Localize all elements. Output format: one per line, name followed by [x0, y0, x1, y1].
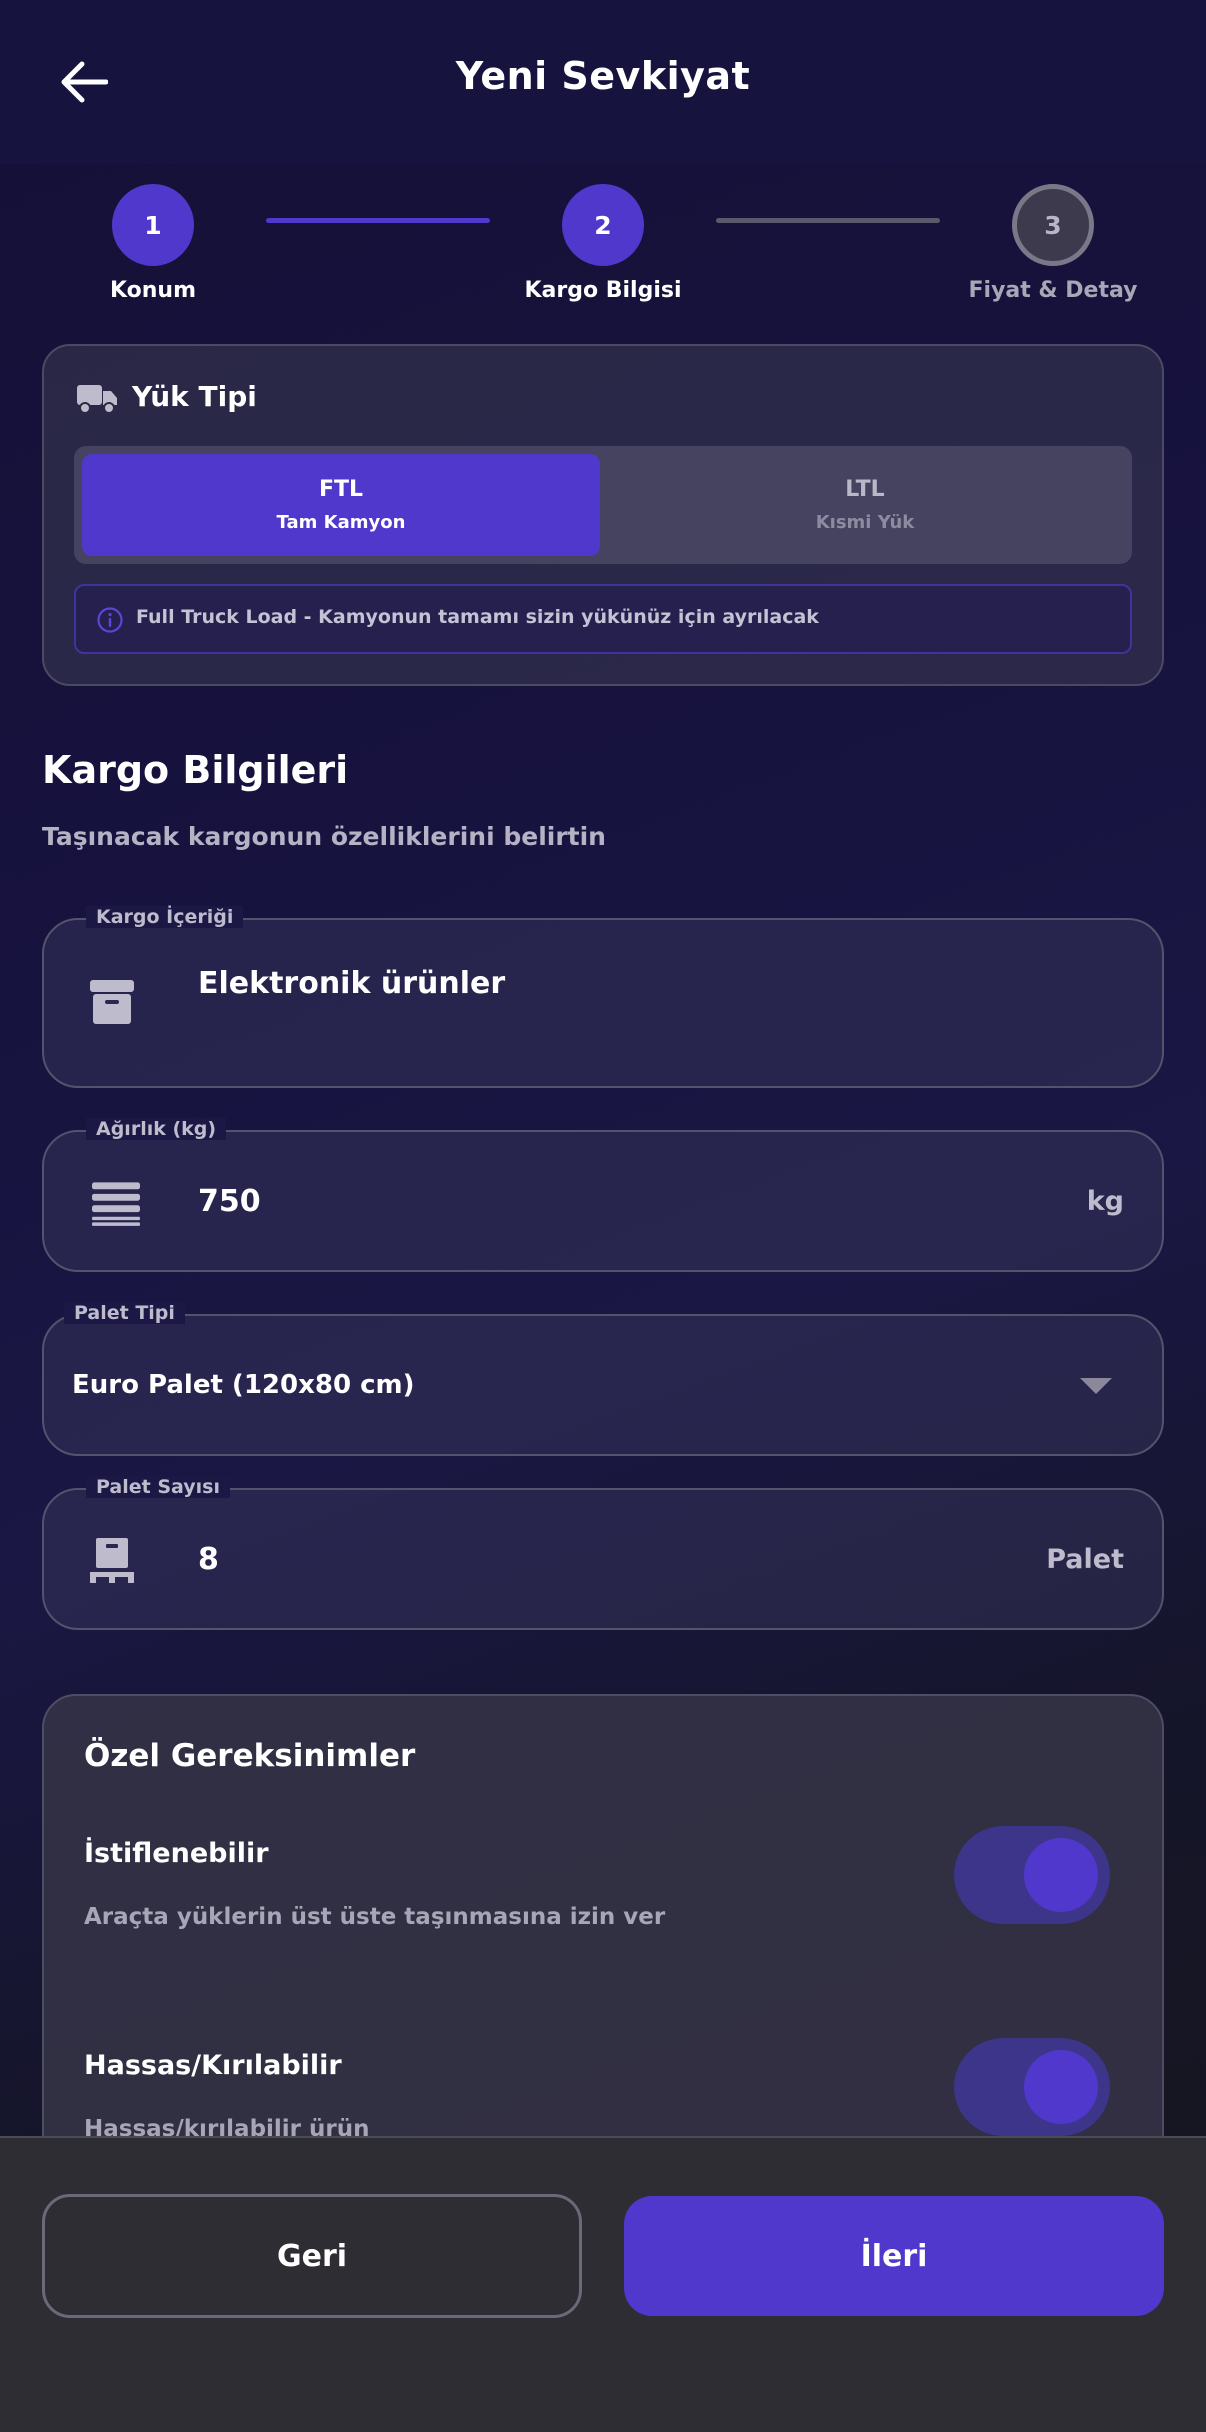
- load-type-ltl-option[interactable]: LTL Kısmi Yük: [606, 454, 1124, 556]
- load-type-title: Yük Tipi: [132, 380, 257, 413]
- step-3-label: Fiyat & Detay: [968, 278, 1138, 303]
- pallet-type-select[interactable]: Palet Tipi Euro Palet (120x80 cm): [42, 1302, 1164, 1456]
- step-1-label: Konum: [109, 278, 197, 303]
- truck-icon: [77, 385, 117, 414]
- step-2-number: 2: [594, 210, 612, 240]
- step-connector-2: [716, 218, 940, 223]
- step-2-circle: 2: [562, 184, 644, 266]
- ltl-code: LTL: [845, 477, 885, 502]
- fragile-title: Hassas/Kırılabilir: [84, 2050, 342, 2081]
- step-3-circle: 3: [1012, 184, 1094, 266]
- pallet-box-icon: [90, 1538, 134, 1583]
- ftl-desc: Tam Kamyon: [276, 512, 406, 533]
- cargo-content-value: Elektronik ürünler: [198, 966, 506, 1001]
- app-header: Yeni Sevkiyat: [0, 0, 1206, 164]
- pallet-type-label: Palet Tipi: [64, 1302, 185, 1324]
- weight-field[interactable]: Ağırlık (kg) 750 kg: [42, 1118, 1164, 1272]
- next-button[interactable]: İleri: [624, 2196, 1164, 2316]
- cargo-section-subtitle: Taşınacak kargonun özelliklerini belirti…: [42, 822, 606, 851]
- stackable-desc: Araçta yüklerin üst üste taşınmasına izi…: [84, 1904, 666, 1930]
- step-1-number: 1: [144, 210, 162, 240]
- ltl-desc: Kısmi Yük: [815, 512, 915, 533]
- stackable-toggle[interactable]: [954, 1826, 1110, 1924]
- load-type-info-text: Full Truck Load - Kamyonun tamamı sizin …: [136, 606, 819, 628]
- dropdown-arrow-icon: [1080, 1378, 1112, 1394]
- back-button[interactable]: Geri: [42, 2194, 582, 2318]
- step-2-label: Kargo Bilgisi: [524, 278, 682, 303]
- load-type-info: Full Truck Load - Kamyonun tamamı sizin …: [74, 584, 1132, 654]
- stackable-toggle-knob: [1024, 1838, 1098, 1912]
- cargo-content-field[interactable]: Kargo İçeriği Elektronik ürünler: [42, 906, 1164, 1088]
- pallet-type-value: Euro Palet (120x80 cm): [72, 1370, 415, 1400]
- stackable-title: İstiflenebilir: [84, 1838, 269, 1869]
- weight-label: Ağırlık (kg): [86, 1118, 227, 1140]
- step-connector-1: [266, 218, 490, 223]
- pallet-count-value: 8: [198, 1542, 219, 1577]
- load-type-ftl-option[interactable]: FTL Tam Kamyon: [82, 454, 600, 556]
- special-requirements-title: Özel Gereksinimler: [84, 1738, 416, 1774]
- weight-unit: kg: [1086, 1186, 1124, 1217]
- fragile-toggle-knob: [1024, 2050, 1098, 2124]
- pallet-count-unit: Palet: [1046, 1544, 1124, 1575]
- pallet-count-field[interactable]: Palet Sayısı 8 Palet: [42, 1476, 1164, 1630]
- info-icon: [97, 607, 123, 633]
- weight-lines-icon: [92, 1182, 140, 1226]
- weight-value: 750: [198, 1184, 261, 1219]
- archive-box-icon: [90, 980, 134, 1024]
- step-3-number: 3: [1044, 210, 1062, 240]
- page-title: Yeni Sevkiyat: [455, 54, 751, 98]
- ftl-code: FTL: [318, 477, 364, 502]
- cargo-content-label: Kargo İçeriği: [86, 906, 244, 928]
- pallet-count-label: Palet Sayısı: [86, 1476, 230, 1498]
- cargo-section-title: Kargo Bilgileri: [42, 748, 349, 792]
- fragile-toggle[interactable]: [954, 2038, 1110, 2136]
- load-type-selector: FTL Tam Kamyon LTL Kısmi Yük: [74, 446, 1132, 564]
- step-1-circle: 1: [112, 184, 194, 266]
